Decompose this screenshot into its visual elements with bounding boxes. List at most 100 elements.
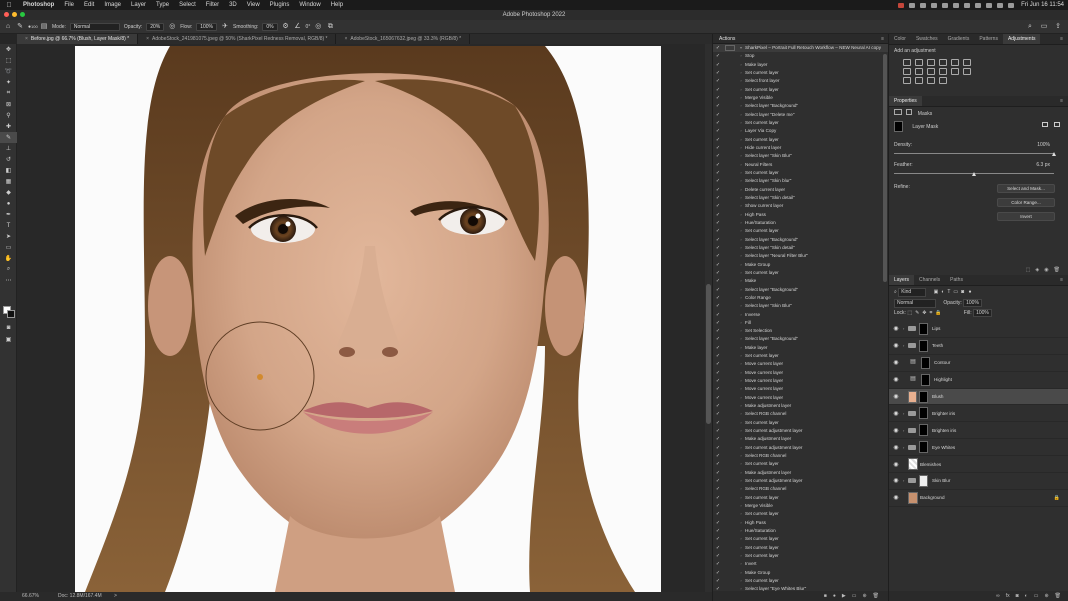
check-icon[interactable]: ✓ [713,94,723,102]
background-color-swatch[interactable] [7,310,15,318]
action-item[interactable]: ✓ › Select layer "Skin blur" [713,177,888,185]
dodge-tool-icon[interactable]: ● [0,198,17,209]
color-lookup-icon[interactable] [951,68,959,75]
blur-tool-icon[interactable]: ◆ [0,187,17,198]
chevron-right-icon[interactable]: › [737,294,745,302]
panel-menu-icon[interactable]: ≡ [1060,34,1063,45]
check-icon[interactable]: ✓ [713,86,723,94]
brightness-contrast-icon[interactable] [903,59,911,66]
check-icon[interactable]: ✓ [713,119,723,127]
action-item[interactable]: ✓ › Set current layer [713,419,888,427]
chevron-right-icon[interactable]: › [737,419,745,427]
check-icon[interactable]: ✓ [713,519,723,527]
check-icon[interactable]: ✓ [713,202,723,210]
dialog-toggle[interactable] [725,512,735,518]
action-item[interactable]: ✓ › Stop [713,52,888,60]
dialog-toggle[interactable] [725,320,735,326]
check-icon[interactable]: ✓ [713,444,723,452]
pressure-opacity-icon[interactable]: ◎ [168,23,176,31]
dialog-toggle[interactable] [725,545,735,551]
dialog-toggle[interactable] [725,420,735,426]
chevron-right-icon[interactable]: › [737,519,745,527]
chevron-right-icon[interactable]: › [737,152,745,160]
trash-icon[interactable]: 🗑 [873,593,879,599]
chevron-right-icon[interactable]: › [737,460,745,468]
action-item[interactable]: ✓ › Select layer "Skin detail" [713,194,888,202]
dialog-toggle[interactable] [725,487,735,493]
action-item[interactable]: ✓ › Select layer "Skin detail" [713,244,888,252]
action-item[interactable]: ✓ › Set current layer [713,577,888,585]
posterize-icon[interactable] [903,77,911,84]
chevron-right-icon[interactable]: › [737,202,745,210]
check-icon[interactable]: ✓ [713,485,723,493]
action-item[interactable]: ✓ › Make adjustment layer [713,435,888,443]
chevron-right-icon[interactable]: › [737,552,745,560]
filter-toggle-icon[interactable]: ● [969,289,972,295]
check-icon[interactable]: ✓ [713,360,723,368]
action-item[interactable]: ✓ ›Move current layer [713,394,888,402]
check-icon[interactable]: ✓ [713,344,723,352]
menu-filter[interactable]: Filter [201,2,224,8]
dialog-toggle[interactable] [725,428,735,434]
action-item[interactable]: ✓ › Make layer [713,344,888,352]
dialog-toggle[interactable] [725,228,735,234]
check-icon[interactable]: ✓ [713,311,723,319]
chevron-right-icon[interactable]: › [737,169,745,177]
chevron-right-icon[interactable]: › [737,77,745,85]
color-range-button[interactable]: Color Range... [997,198,1055,207]
load-selection-icon[interactable]: ⬚ [1026,267,1031,273]
feather-slider-knob[interactable] [972,172,976,176]
opacity-field[interactable]: 100% [963,299,982,307]
new-action-icon[interactable]: ⊕ [862,593,866,599]
curves-icon[interactable] [927,59,935,66]
check-icon[interactable]: ✓ [713,219,723,227]
close-window-icon[interactable] [4,12,9,17]
search-icon[interactable] [997,2,1004,8]
check-icon[interactable]: ✓ [713,61,723,69]
close-tab-icon[interactable]: × [146,36,149,42]
check-icon[interactable]: ✓ [713,335,723,343]
move-tool-icon[interactable]: ✥ [0,44,17,55]
chevron-down-icon[interactable]: ▾ [737,44,745,52]
action-item[interactable]: ✓ › Select front layer [713,77,888,85]
action-item[interactable]: ✓ ›Move current layer [713,369,888,377]
density-slider-knob[interactable] [1052,152,1056,156]
gradient-tool-icon[interactable]: ▦ [0,176,17,187]
healing-brush-tool-icon[interactable]: ✚ [0,121,17,132]
action-item[interactable]: ✓ › Invert [713,560,888,568]
hand-tool-icon[interactable]: ✋ [0,253,17,264]
chevron-right-icon[interactable]: › [737,94,745,102]
dialog-toggle[interactable] [725,445,735,451]
chevron-right-icon[interactable]: › [737,136,745,144]
layer-row[interactable]: ◉ Blemishes [889,456,1068,474]
dialog-toggle[interactable] [725,62,735,68]
action-item[interactable]: ✓ › Fill [713,319,888,327]
layer-mask-thumbnail[interactable] [919,339,928,352]
fx-icon[interactable]: fx [1006,593,1010,599]
dialog-toggle[interactable] [725,578,735,584]
chevron-right-icon[interactable]: › [737,344,745,352]
canvas-vertical-scrollbar[interactable] [705,44,712,592]
tab-stock-1[interactable]: × AdobeStock_241981075.jpeg @ 50% (SharkP… [138,34,337,44]
brush-preset-icon[interactable]: ●100 [28,23,38,31]
check-icon[interactable]: ✓ [713,552,723,560]
action-item[interactable]: ✓ › Hue/Saturation [713,219,888,227]
quick-mask-icon[interactable]: ◙ [0,322,17,333]
action-item[interactable]: ✓ › Set current layer [713,86,888,94]
action-item[interactable]: ✓ › Set current adjustment layer [713,477,888,485]
check-icon[interactable]: ✓ [713,469,723,477]
battery-icon[interactable] [975,2,982,8]
tab-swatches[interactable]: Swatches [911,34,943,44]
check-icon[interactable]: ✓ [713,494,723,502]
check-icon[interactable]: ✓ [713,302,723,310]
dialog-toggle[interactable] [725,278,735,284]
check-icon[interactable]: ✓ [713,460,723,468]
eye-icon[interactable]: ◉ [889,461,903,468]
eye-icon[interactable]: ◉ [889,359,903,366]
eye-icon[interactable]: ◉ [889,342,903,349]
dialog-toggle[interactable] [725,45,735,52]
layer-thumbnail[interactable] [908,458,918,471]
chevron-right-icon[interactable]: › [737,52,745,60]
channel-mixer-icon[interactable] [939,68,947,75]
check-icon[interactable]: ✓ [713,69,723,77]
